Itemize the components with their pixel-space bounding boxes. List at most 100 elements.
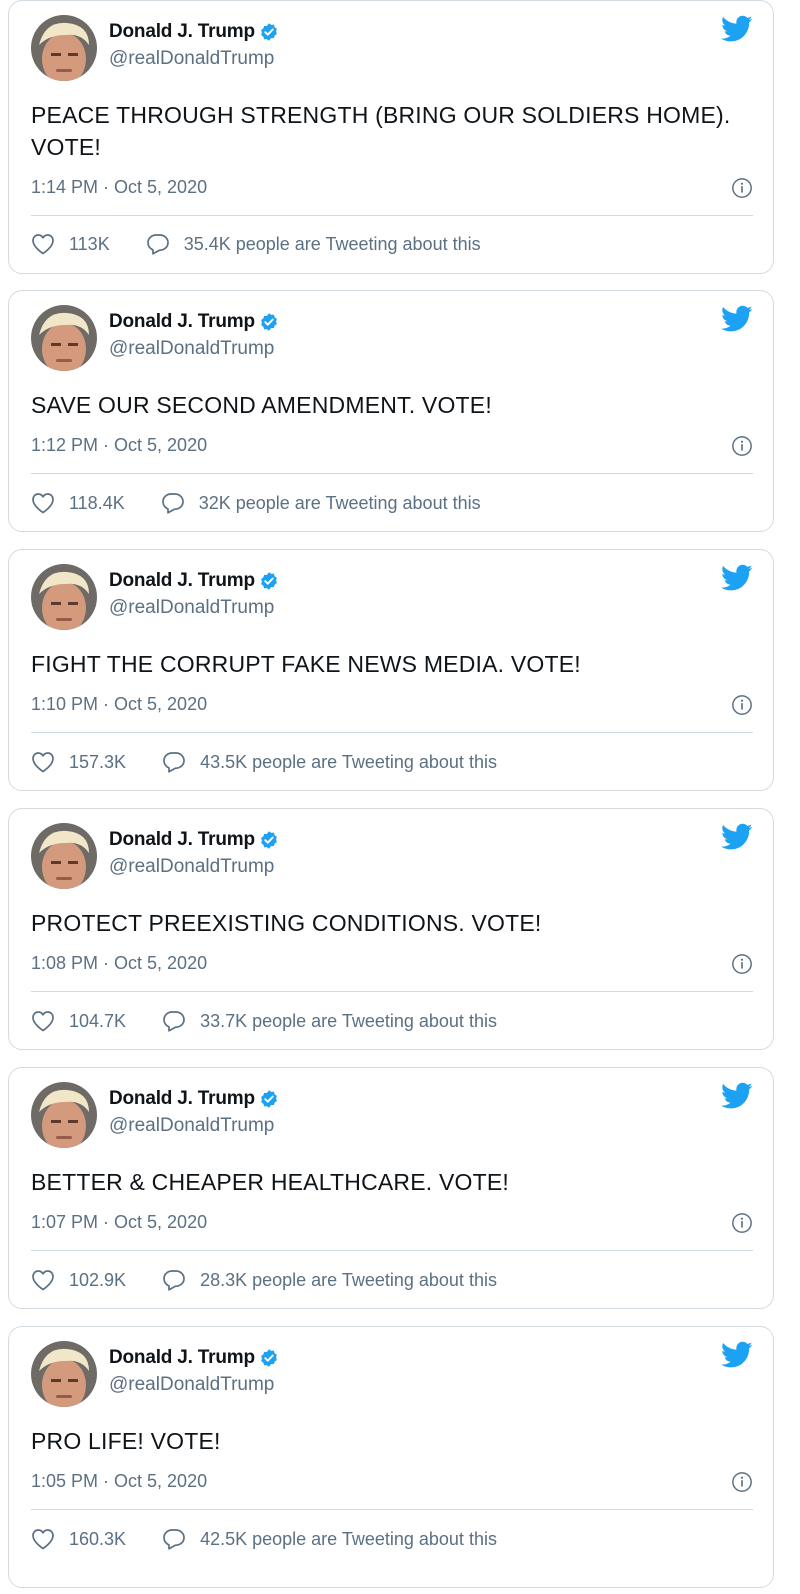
tweet-card[interactable]: Donald J. Trump @realDonaldTrump FIGHT T… <box>8 549 774 791</box>
author-name[interactable]: Donald J. Trump <box>109 829 255 851</box>
tweet-timestamp[interactable]: 1:12 PM · Oct 5, 2020 <box>31 435 207 456</box>
avatar[interactable] <box>31 15 97 81</box>
author-handle[interactable]: @realDonaldTrump <box>109 1374 274 1396</box>
author-handle[interactable]: @realDonaldTrump <box>109 856 274 878</box>
tweeting-about-text: 33.7K people are Tweeting about this <box>200 1010 497 1031</box>
author-row: Donald J. Trump <box>109 829 279 851</box>
like-button[interactable]: 160.3K <box>31 1528 126 1550</box>
tweet-text: SAVE OUR SECOND AMENDMENT. VOTE! <box>31 392 492 418</box>
author-name[interactable]: Donald J. Trump <box>109 311 255 333</box>
author-handle[interactable]: @realDonaldTrump <box>109 48 274 70</box>
tweet-stats: 160.3K 42.5K people are Tweeting about t… <box>31 1528 497 1550</box>
tweet-stats: 157.3K 43.5K people are Tweeting about t… <box>31 751 497 773</box>
like-count: 102.9K <box>69 1269 127 1290</box>
tweet-card[interactable]: Donald J. Trump @realDonaldTrump BETTER … <box>8 1067 774 1309</box>
like-count: 113K <box>69 233 110 254</box>
tweet-stats: 113K 35.4K people are Tweeting about thi… <box>31 233 481 255</box>
speech-bubble-icon <box>163 1270 185 1291</box>
tweet-timestamp[interactable]: 1:05 PM · Oct 5, 2020 <box>31 1471 207 1492</box>
author-name[interactable]: Donald J. Trump <box>109 1347 255 1369</box>
tweeting-about-text: 28.3K people are Tweeting about this <box>200 1269 497 1290</box>
twitter-bird-icon[interactable] <box>721 305 753 333</box>
like-button[interactable]: 102.9K <box>31 1269 126 1291</box>
avatar[interactable] <box>31 305 97 371</box>
divider <box>31 473 753 474</box>
tweeting-about-text: 35.4K people are Tweeting about this <box>183 233 481 254</box>
author-name[interactable]: Donald J. Trump <box>109 570 255 592</box>
tweet-card[interactable]: Donald J. Trump @realDonaldTrump PEACE T… <box>8 0 774 274</box>
tweet-text: FIGHT THE CORRUPT FAKE NEWS MEDIA. VOTE! <box>31 651 581 677</box>
verified-badge-icon <box>259 830 279 850</box>
tweet-stats: 104.7K 33.7K people are Tweeting about t… <box>31 1010 497 1032</box>
tweet-text: PEACE THROUGH STRENGTH (BRING OUR SOLDIE… <box>31 102 731 160</box>
author-handle[interactable]: @realDonaldTrump <box>109 597 274 619</box>
heart-icon <box>32 493 54 514</box>
avatar[interactable] <box>31 1082 97 1148</box>
heart-icon <box>32 1011 54 1032</box>
speech-bubble-icon <box>163 752 185 773</box>
tweeting-about-link[interactable]: 28.3K people are Tweeting about this <box>162 1269 497 1291</box>
author-name[interactable]: Donald J. Trump <box>109 21 255 43</box>
avatar[interactable] <box>31 823 97 889</box>
info-icon[interactable] <box>731 177 753 199</box>
tweet-text: PRO LIFE! VOTE! <box>31 1428 221 1454</box>
like-count: 157.3K <box>69 751 127 772</box>
tweet-card[interactable]: Donald J. Trump @realDonaldTrump PRO LIF… <box>8 1326 774 1588</box>
like-button[interactable]: 157.3K <box>31 751 126 773</box>
tweet-stats: 118.4K 32K people are Tweeting about thi… <box>31 492 481 514</box>
tweeting-about-link[interactable]: 33.7K people are Tweeting about this <box>162 1010 497 1032</box>
heart-icon <box>32 1270 54 1291</box>
tweeting-about-text: 42.5K people are Tweeting about this <box>200 1528 497 1549</box>
author-row: Donald J. Trump <box>109 311 279 333</box>
info-icon[interactable] <box>731 435 753 457</box>
twitter-bird-icon[interactable] <box>721 1341 753 1369</box>
divider <box>31 215 753 216</box>
like-button[interactable]: 113K <box>31 233 110 255</box>
twitter-bird-icon[interactable] <box>721 564 753 592</box>
author-row: Donald J. Trump <box>109 21 279 43</box>
tweet-timestamp[interactable]: 1:08 PM · Oct 5, 2020 <box>31 953 207 974</box>
tweeting-about-link[interactable]: 42.5K people are Tweeting about this <box>162 1528 497 1550</box>
like-count: 104.7K <box>69 1010 127 1031</box>
speech-bubble-icon <box>161 493 184 514</box>
tweeting-about-link[interactable]: 43.5K people are Tweeting about this <box>162 751 497 773</box>
verified-badge-icon <box>259 312 279 332</box>
verified-badge-icon <box>259 22 279 42</box>
tweet-card[interactable]: Donald J. Trump @realDonaldTrump SAVE OU… <box>8 290 774 532</box>
divider <box>31 991 753 992</box>
info-icon[interactable] <box>731 1212 753 1234</box>
verified-badge-icon <box>259 571 279 591</box>
divider <box>31 732 753 733</box>
author-name[interactable]: Donald J. Trump <box>109 1088 255 1110</box>
avatar[interactable] <box>31 1341 97 1407</box>
info-icon[interactable] <box>731 694 753 716</box>
like-button[interactable]: 118.4K <box>31 492 125 514</box>
heart-icon <box>32 752 54 773</box>
verified-badge-icon <box>259 1348 279 1368</box>
author-row: Donald J. Trump <box>109 1088 279 1110</box>
tweet-timestamp[interactable]: 1:07 PM · Oct 5, 2020 <box>31 1212 207 1233</box>
author-row: Donald J. Trump <box>109 1347 279 1369</box>
tweet-timestamp[interactable]: 1:14 PM · Oct 5, 2020 <box>31 177 207 198</box>
like-button[interactable]: 104.7K <box>31 1010 126 1032</box>
twitter-bird-icon[interactable] <box>721 1082 753 1110</box>
speech-bubble-icon <box>146 234 169 255</box>
speech-bubble-icon <box>163 1011 185 1032</box>
author-row: Donald J. Trump <box>109 570 279 592</box>
like-count: 160.3K <box>69 1528 127 1549</box>
tweeting-about-link[interactable]: 35.4K people are Tweeting about this <box>146 233 481 255</box>
tweet-stats: 102.9K 28.3K people are Tweeting about t… <box>31 1269 497 1291</box>
tweet-card[interactable]: Donald J. Trump @realDonaldTrump PROTECT… <box>8 808 774 1050</box>
info-icon[interactable] <box>731 953 753 975</box>
speech-bubble-icon <box>163 1529 185 1550</box>
author-handle[interactable]: @realDonaldTrump <box>109 338 274 360</box>
tweet-timestamp[interactable]: 1:10 PM · Oct 5, 2020 <box>31 694 207 715</box>
info-icon[interactable] <box>731 1471 753 1493</box>
author-handle[interactable]: @realDonaldTrump <box>109 1115 274 1137</box>
avatar[interactable] <box>31 564 97 630</box>
twitter-bird-icon[interactable] <box>721 15 753 43</box>
tweet-text: PROTECT PREEXISTING CONDITIONS. VOTE! <box>31 910 542 936</box>
twitter-bird-icon[interactable] <box>721 823 753 851</box>
like-count: 118.4K <box>69 492 125 513</box>
tweeting-about-link[interactable]: 32K people are Tweeting about this <box>161 492 481 514</box>
